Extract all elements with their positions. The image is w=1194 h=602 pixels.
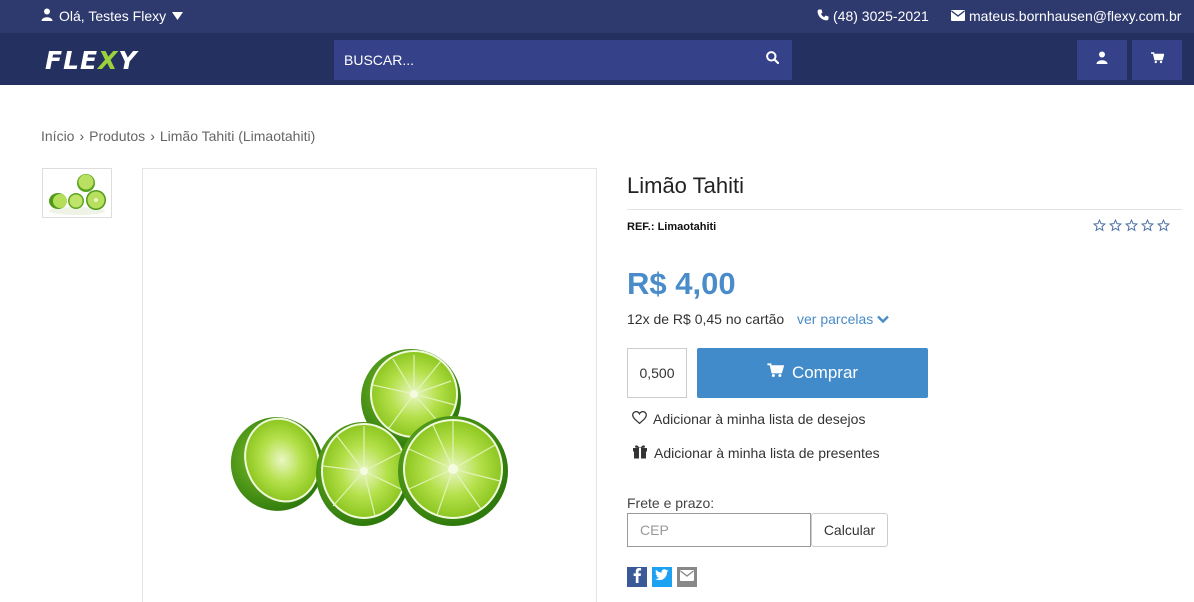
facebook-share[interactable] xyxy=(627,567,647,587)
star-icon[interactable] xyxy=(1156,218,1171,237)
account-button[interactable] xyxy=(1077,40,1127,80)
email-contact[interactable]: mateus.bornhausen@flexy.com.br xyxy=(951,8,1181,24)
user-icon xyxy=(41,8,53,24)
buy-label: Comprar xyxy=(791,363,859,382)
search-button[interactable] xyxy=(752,40,792,80)
logo-part-x: X xyxy=(98,46,119,75)
giftlist-link[interactable]: Adicionar à minha lista de presentes xyxy=(632,444,880,462)
giftlist-label: Adicionar à minha lista de presentes xyxy=(654,445,880,461)
ref-value: Limaotahiti xyxy=(657,221,717,233)
star-icon[interactable] xyxy=(1124,218,1139,237)
star-icon[interactable] xyxy=(1092,218,1107,237)
phone-icon xyxy=(817,8,829,24)
top-bar: Olá, Testes Flexy (48) 3025-2021 mateus.… xyxy=(0,0,1194,33)
cart-icon xyxy=(767,363,785,383)
star-icon[interactable] xyxy=(1108,218,1123,237)
gift-icon xyxy=(632,444,648,462)
chevron-down-icon xyxy=(877,311,890,327)
main-header: FLEXY xyxy=(0,33,1194,85)
phone-contact[interactable]: (48) 3025-2021 xyxy=(817,8,929,24)
lime-thumbnail-image xyxy=(49,174,106,215)
cart-icon xyxy=(1150,51,1165,69)
breadcrumb-products[interactable]: Produtos xyxy=(89,128,145,144)
search-icon xyxy=(765,51,779,69)
breadcrumb-current: Limão Tahiti (Limaotahiti) xyxy=(159,128,316,144)
phone-text: (48) 3025-2021 xyxy=(833,8,929,24)
twitter-share[interactable] xyxy=(652,567,672,587)
facebook-icon xyxy=(632,567,642,588)
shipping-label: Frete e prazo: xyxy=(627,495,715,511)
product-thumbnail[interactable] xyxy=(42,168,112,218)
envelope-icon xyxy=(951,8,965,24)
cart-button[interactable] xyxy=(1132,40,1182,80)
quantity-input[interactable] xyxy=(627,348,687,398)
star-icon[interactable] xyxy=(1140,218,1155,237)
breadcrumb-separator-icon: › xyxy=(79,128,85,144)
cep-input[interactable] xyxy=(627,513,811,547)
user-menu[interactable]: Olá, Testes Flexy xyxy=(41,8,184,24)
buy-button[interactable]: Comprar xyxy=(697,348,928,398)
email-share[interactable] xyxy=(677,567,697,587)
logo-part-left: FLE xyxy=(45,46,99,75)
search-input[interactable] xyxy=(334,40,752,80)
twitter-icon xyxy=(655,568,669,586)
heart-icon xyxy=(632,410,647,427)
breadcrumb-separator-icon: › xyxy=(150,128,155,144)
search-bar xyxy=(334,40,792,80)
wishlist-link[interactable]: Adicionar à minha lista de desejos xyxy=(632,410,866,427)
breadcrumb: Início › Produtos › Limão Tahiti (Limaot… xyxy=(41,128,315,144)
product-ref: REF.: Limaotahiti xyxy=(627,221,716,233)
logo-part-right: Y xyxy=(118,46,138,75)
product-price: R$ 4,00 xyxy=(627,266,736,301)
ver-parcelas-label: ver parcelas xyxy=(797,311,874,327)
ver-parcelas-link[interactable]: ver parcelas xyxy=(797,311,890,327)
greeting-text: Olá, Testes Flexy xyxy=(59,8,167,24)
lime-product-image xyxy=(230,349,508,526)
ref-label: REF.: xyxy=(627,221,655,233)
email-share-icon xyxy=(680,568,694,586)
email-text: mateus.bornhausen@flexy.com.br xyxy=(969,8,1182,24)
calculate-button[interactable]: Calcular xyxy=(811,513,888,547)
breadcrumb-home[interactable]: Início xyxy=(41,128,74,144)
wishlist-label: Adicionar à minha lista de desejos xyxy=(653,411,866,427)
flexy-logo[interactable]: FLEXY xyxy=(45,46,137,75)
product-main-image[interactable] xyxy=(142,168,597,602)
title-divider xyxy=(627,209,1182,210)
product-title: Limão Tahiti xyxy=(627,173,744,198)
caret-down-icon xyxy=(172,8,184,24)
rating-stars[interactable] xyxy=(1092,218,1171,237)
account-icon xyxy=(1096,51,1108,69)
installments-text: 12x de R$ 0,45 no cartão xyxy=(627,311,785,327)
